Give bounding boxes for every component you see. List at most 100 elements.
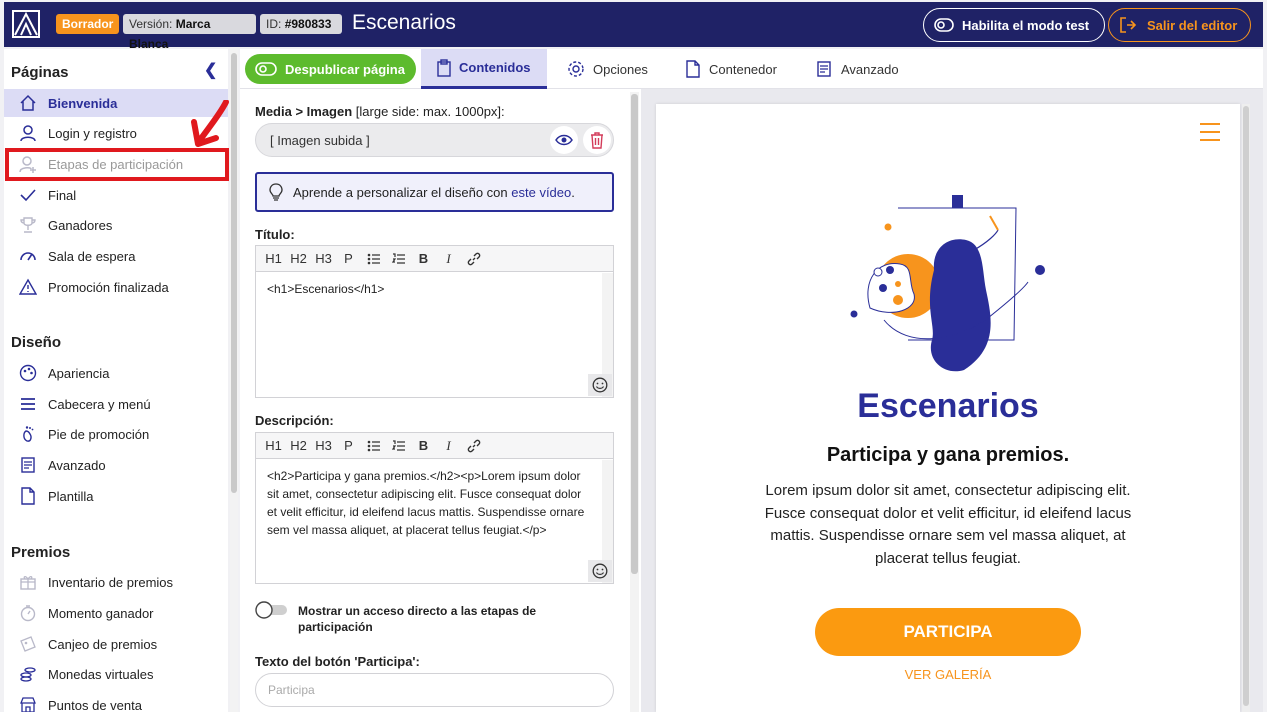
form-icon (815, 60, 833, 78)
sidebar-item-plantilla[interactable]: Plantilla (4, 482, 228, 510)
gear-icon (567, 60, 585, 78)
preview-subtitle: Participa y gana premios. (826, 444, 1070, 466)
title-toolbar: H1 H2 H3 P B I (256, 246, 613, 272)
h1-button[interactable]: H1 (261, 251, 286, 266)
sidebar-item-cabecera[interactable]: Cabecera y menú (4, 390, 228, 418)
button-text-label: Texto del botón 'Participa': (255, 654, 420, 669)
italic-icon[interactable]: I (436, 438, 461, 454)
trophy-icon (18, 215, 38, 235)
title-editor[interactable]: H1 H2 H3 P B I <h1>Escenarios</h1> (255, 245, 614, 398)
tip-box: Aprende a personalizar el diseño con est… (255, 172, 614, 212)
sidebar-item-inventario[interactable]: Inventario de premios (4, 568, 228, 596)
tab-contenedor[interactable]: Contenedor (685, 49, 777, 89)
exit-editor-button[interactable]: Salir del editor (1108, 8, 1251, 42)
h1-button[interactable]: H1 (261, 438, 286, 453)
h3-button[interactable]: H3 (311, 251, 336, 266)
tab-contenidos[interactable]: Contenidos (421, 49, 547, 89)
footprint-icon (18, 424, 38, 444)
sidebar-item-etapas[interactable]: Etapas de participación (4, 150, 228, 178)
tip-video-link[interactable]: este vídeo (511, 185, 571, 200)
sidebar-item-puntos-venta[interactable]: Puntos de venta (4, 691, 228, 712)
bold-icon[interactable]: B (411, 251, 436, 266)
painter-illustration (850, 195, 1045, 372)
title-label: Título: (255, 227, 295, 242)
preview-scrollbar[interactable] (1242, 104, 1250, 712)
editor-scrollbar[interactable] (630, 92, 639, 712)
tab-avanzado[interactable]: Avanzado (815, 49, 899, 89)
warning-icon (18, 277, 38, 297)
sidebar-item-ganadores[interactable]: Ganadores (4, 211, 228, 239)
collapse-sidebar-icon[interactable]: ❮ (204, 60, 217, 80)
sidebar-item-canjeo[interactable]: Canjeo de premios (4, 630, 228, 658)
description-content: <h2>Participa y gana premios.</h2><p>Lor… (267, 469, 585, 537)
lightbulb-icon (269, 183, 283, 201)
sidebar-item-promocion-finalizada[interactable]: Promoción finalizada (4, 273, 228, 301)
test-mode-button[interactable]: Habilita el modo test (923, 8, 1105, 42)
paragraph-button[interactable]: P (336, 251, 361, 266)
h3-button[interactable]: H3 (311, 438, 336, 453)
form-icon (18, 455, 38, 475)
editor-scroll-thumb[interactable] (631, 94, 638, 574)
file-icon (18, 486, 38, 506)
gauge-icon (18, 246, 38, 266)
media-label: Media > Imagen [large side: max. 1000px]… (255, 104, 505, 119)
h2-button[interactable]: H2 (286, 251, 311, 266)
gallery-link[interactable]: VER GALERÍA (656, 667, 1240, 682)
tab-opciones[interactable]: Opciones (567, 49, 648, 89)
unpublish-button[interactable]: Despublicar página (245, 54, 416, 84)
description-toolbar: H1 H2 H3 P B I (256, 433, 613, 459)
app-logo-icon[interactable] (12, 10, 40, 38)
menu-icon (18, 394, 38, 414)
annotation-arrow-icon (191, 100, 229, 147)
sidebar-item-momento-ganador[interactable]: Momento ganador (4, 599, 228, 627)
sidebar-item-avanzado[interactable]: Avanzado (4, 451, 228, 479)
preview-description: Lorem ipsum dolor sit amet, consectetur … (764, 482, 1132, 567)
preview-image-button[interactable] (550, 126, 578, 154)
participate-button[interactable]: PARTICIPA (815, 608, 1081, 656)
preview-scroll-thumb[interactable] (1243, 106, 1249, 706)
bullet-list-icon[interactable] (361, 253, 386, 265)
shortcut-toggle[interactable] (255, 601, 289, 619)
bold-icon[interactable]: B (411, 438, 436, 453)
store-icon (18, 695, 38, 712)
coins-icon (18, 664, 38, 684)
user-plus-icon (18, 154, 38, 174)
sidebar-item-apariencia[interactable]: Apariencia (4, 359, 228, 387)
numbered-list-icon[interactable] (386, 439, 411, 452)
italic-icon[interactable]: I (436, 251, 461, 267)
numbered-list-icon[interactable] (386, 252, 411, 265)
trash-icon (591, 132, 603, 149)
sidebar-item-pie[interactable]: Pie de promoción (4, 420, 228, 448)
link-icon[interactable] (461, 438, 486, 454)
toggle-eye-icon (255, 62, 277, 76)
eye-icon (555, 134, 573, 146)
stopwatch-icon (18, 603, 38, 623)
emoji-icon[interactable] (588, 374, 612, 396)
preview-title: Escenarios (857, 387, 1039, 425)
top-bar: Borrador Versión: Marca Blanca ID: #9808… (4, 2, 1263, 51)
pages-section-title: Páginas (11, 64, 69, 81)
sidebar-item-final[interactable]: Final (4, 181, 228, 209)
clipboard-icon (437, 58, 451, 77)
design-section-title: Diseño (11, 334, 62, 351)
bullet-list-icon[interactable] (361, 440, 386, 452)
check-icon (18, 185, 38, 205)
hamburger-menu-icon[interactable] (1199, 122, 1221, 142)
id-badge: ID: #980833 (260, 14, 342, 34)
emoji-icon[interactable] (588, 560, 612, 582)
h2-button[interactable]: H2 (286, 438, 311, 453)
paragraph-button[interactable]: P (336, 438, 361, 453)
palette-icon (18, 363, 38, 383)
sidebar-item-monedas[interactable]: Monedas virtuales (4, 660, 228, 688)
button-text-input[interactable]: Participa (255, 673, 614, 707)
link-icon[interactable] (461, 251, 486, 267)
title-content: <h1>Escenarios</h1> (267, 282, 385, 296)
logout-icon (1120, 17, 1137, 33)
description-editor[interactable]: H1 H2 H3 P B I <h2>Participa y gana prem… (255, 432, 614, 584)
status-badge: Borrador (56, 14, 119, 34)
description-label: Descripción: (255, 413, 334, 428)
sidebar-item-sala-espera[interactable]: Sala de espera (4, 242, 228, 270)
delete-image-button[interactable] (583, 126, 611, 154)
editor-tabs: Despublicar página Contenidos Opciones C… (240, 49, 1263, 89)
document-icon (685, 60, 701, 78)
